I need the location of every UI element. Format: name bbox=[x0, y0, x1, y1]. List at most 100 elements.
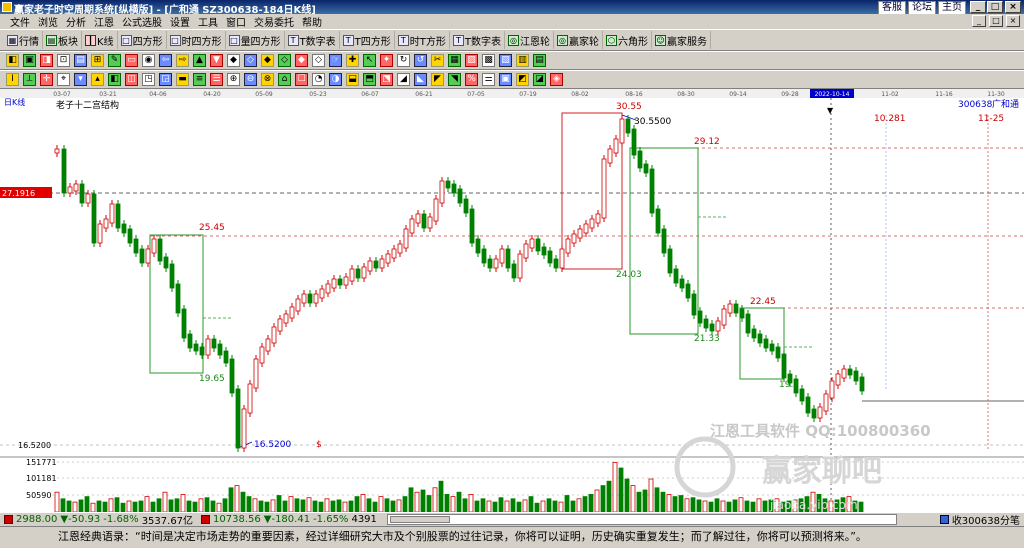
scrollbar-thumb[interactable] bbox=[389, 516, 450, 523]
menu-trade[interactable]: 交易委托 bbox=[250, 14, 298, 29]
indicator-tool-23-icon[interactable]: ◢ bbox=[397, 73, 410, 86]
indicator-tool-12-icon[interactable]: ☰ bbox=[210, 73, 223, 86]
drawing-tool-28-icon[interactable]: ▩ bbox=[482, 54, 495, 67]
indicator-tool-9-icon[interactable]: ◲ bbox=[159, 73, 172, 86]
indicator-tool-15-icon[interactable]: ⊗ bbox=[261, 73, 274, 86]
drawing-tool-7-icon[interactable]: ▭ bbox=[125, 54, 138, 67]
toolbar-time-square-button[interactable]: □ 时四方形 bbox=[167, 31, 226, 49]
link-customer-service[interactable]: 客服 bbox=[878, 1, 906, 15]
drawing-tool-21-icon[interactable]: ↖ bbox=[363, 54, 376, 67]
indicator-tool-2-icon[interactable]: ✛ bbox=[40, 73, 53, 86]
indicator-tool-7-icon[interactable]: ◫ bbox=[125, 73, 138, 86]
mdi-minimize-button[interactable]: _ bbox=[972, 15, 986, 27]
indicator-tool-26-icon[interactable]: ◥ bbox=[448, 73, 461, 86]
toolbar-t-square-button[interactable]: T T四方形 bbox=[340, 31, 395, 49]
toolbar-sectors-button[interactable]: ▤ 板块 bbox=[43, 31, 82, 49]
drawing-tool-18-icon[interactable]: ◇ bbox=[312, 54, 325, 67]
indicator-tool-24-icon[interactable]: ◣ bbox=[414, 73, 427, 86]
menu-gann[interactable]: 江恩 bbox=[90, 14, 118, 29]
index-sz[interactable]: 10738.56 ▼-180.41 -1.65% 4391 bbox=[197, 514, 381, 525]
indicator-tool-4-icon[interactable]: ▾ bbox=[74, 73, 87, 86]
toolbar-winner-wheel-button[interactable]: ◎ 赢家轮 bbox=[554, 31, 603, 49]
drawing-tool-13-icon[interactable]: ◆ bbox=[227, 54, 240, 67]
drawing-tool-25-icon[interactable]: ✂ bbox=[431, 54, 444, 67]
indicator-tool-1-icon[interactable]: ⟂ bbox=[23, 73, 36, 86]
drawing-tool-31-icon[interactable]: ▤ bbox=[533, 54, 546, 67]
toolbar-volume-square-button[interactable]: □ 量四方形 bbox=[226, 31, 285, 49]
indicator-tool-11-icon[interactable]: ≡ bbox=[193, 73, 206, 86]
drawing-tool-14-icon[interactable]: ◇ bbox=[244, 54, 257, 67]
menu-tools[interactable]: 工具 bbox=[194, 14, 222, 29]
indicator-tool-28-icon[interactable]: ⚌ bbox=[482, 73, 495, 86]
indicator-tool-0-icon[interactable]: Ⅰ bbox=[6, 73, 19, 86]
drawing-tool-30-icon[interactable]: ▥ bbox=[516, 54, 529, 67]
drawing-tool-19-icon[interactable]: ☞ bbox=[329, 54, 342, 67]
drawing-tool-9-icon[interactable]: ⇦ bbox=[159, 54, 172, 67]
indicator-tool-18-icon[interactable]: ◔ bbox=[312, 73, 325, 86]
drawing-tool-0-icon[interactable]: ◧ bbox=[6, 54, 19, 67]
drawing-tool-22-icon[interactable]: ✦ bbox=[380, 54, 393, 67]
drawing-tool-23-icon[interactable]: ↻ bbox=[397, 54, 410, 67]
indicator-tool-22-icon[interactable]: ⬔ bbox=[380, 73, 393, 86]
drawing-tool-2-icon[interactable]: ◨ bbox=[40, 54, 53, 67]
drawing-tool-12-icon[interactable]: ▼ bbox=[210, 54, 223, 67]
menu-browse[interactable]: 浏览 bbox=[34, 14, 62, 29]
drawing-tool-24-icon[interactable]: ↺ bbox=[414, 54, 427, 67]
menu-formula-select[interactable]: 公式选股 bbox=[118, 14, 166, 29]
indicator-tool-21-icon[interactable]: ⬒ bbox=[363, 73, 376, 86]
indicator-tool-30-icon[interactable]: ◩ bbox=[516, 73, 529, 86]
drawing-tool-6-icon[interactable]: ✎ bbox=[108, 54, 121, 67]
drawing-tool-26-icon[interactable]: ▦ bbox=[448, 54, 461, 67]
toolbar-hexagon-button[interactable]: ⬡ 六角形 bbox=[603, 31, 652, 49]
indicator-tool-32-icon[interactable]: ◈ bbox=[550, 73, 563, 86]
drawing-tool-20-icon[interactable]: ✚ bbox=[346, 54, 359, 67]
indicator-tool-14-icon[interactable]: ⊖ bbox=[244, 73, 257, 86]
close-button[interactable]: × bbox=[1005, 1, 1021, 13]
drawing-tool-3-icon[interactable]: ⊡ bbox=[57, 54, 70, 67]
indicator-tool-3-icon[interactable]: ⌖ bbox=[57, 73, 70, 86]
toolbar-kline-button[interactable]: ┃ K线 bbox=[82, 31, 118, 49]
indicator-tool-6-icon[interactable]: ◧ bbox=[108, 73, 121, 86]
indicator-tool-20-icon[interactable]: ⬓ bbox=[346, 73, 359, 86]
toolbar-number-table-button[interactable]: T T数字表 bbox=[285, 31, 340, 49]
indicator-tool-31-icon[interactable]: ◪ bbox=[533, 73, 546, 86]
menu-file[interactable]: 文件 bbox=[6, 14, 34, 29]
drawing-tool-15-icon[interactable]: ◆ bbox=[261, 54, 274, 67]
drawing-tool-5-icon[interactable]: ⊞ bbox=[91, 54, 104, 67]
drawing-tool-1-icon[interactable]: ▣ bbox=[23, 54, 36, 67]
drawing-tool-10-icon[interactable]: ⇨ bbox=[176, 54, 189, 67]
drawing-tool-8-icon[interactable]: ◉ bbox=[142, 54, 155, 67]
horizontal-scrollbar[interactable] bbox=[386, 514, 897, 525]
link-homepage[interactable]: 主页 bbox=[938, 1, 966, 15]
indicator-tool-25-icon[interactable]: ◤ bbox=[431, 73, 444, 86]
drawing-tool-16-icon[interactable]: ◇ bbox=[278, 54, 291, 67]
indicator-tool-29-icon[interactable]: ▣ bbox=[499, 73, 512, 86]
toolbar-time-t-square-button[interactable]: T 时T方形 bbox=[395, 31, 450, 49]
toolbar-quotes-button[interactable]: ▦ 行情 bbox=[4, 31, 43, 49]
menu-help[interactable]: 帮助 bbox=[298, 14, 326, 29]
drawing-tool-17-icon[interactable]: ◆ bbox=[295, 54, 308, 67]
indicator-tool-16-icon[interactable]: ⌂ bbox=[278, 73, 291, 86]
indicator-tool-5-icon[interactable]: ▴ bbox=[91, 73, 104, 86]
toolbar-gann-wheel-button[interactable]: ◎ 江恩轮 bbox=[505, 31, 554, 49]
menu-settings[interactable]: 设置 bbox=[166, 14, 194, 29]
menu-analysis[interactable]: 分析 bbox=[62, 14, 90, 29]
mdi-restore-button[interactable]: □ bbox=[989, 15, 1003, 27]
index-sh[interactable]: 2988.00 ▼-50.93 -1.68% 3537.67亿 bbox=[0, 512, 197, 527]
drawing-tool-4-icon[interactable]: ▤ bbox=[74, 54, 87, 67]
toolbar-t-number-table-button[interactable]: T T数字表 bbox=[450, 31, 505, 49]
link-forum[interactable]: 论坛 bbox=[908, 1, 936, 15]
maximize-button[interactable]: □ bbox=[987, 1, 1003, 13]
drawing-tool-29-icon[interactable]: ▧ bbox=[499, 54, 512, 67]
toolbar-square-button[interactable]: □ 四方形 bbox=[118, 31, 167, 49]
mdi-close-button[interactable]: × bbox=[1006, 15, 1020, 27]
minimize-button[interactable]: _ bbox=[970, 1, 986, 13]
kline-chart[interactable]: 03-07 03-21 04-06 04-20 05-09 05-23 06-07 06-21… bbox=[0, 89, 1024, 512]
drawing-tool-11-icon[interactable]: ▲ bbox=[193, 54, 206, 67]
menu-window[interactable]: 窗口 bbox=[222, 14, 250, 29]
indicator-tool-27-icon[interactable]: % bbox=[465, 73, 478, 86]
indicator-tool-8-icon[interactable]: ◳ bbox=[142, 73, 155, 86]
indicator-tool-13-icon[interactable]: ⊕ bbox=[227, 73, 240, 86]
indicator-tool-10-icon[interactable]: ▬ bbox=[176, 73, 189, 86]
drawing-tool-27-icon[interactable]: ▨ bbox=[465, 54, 478, 67]
